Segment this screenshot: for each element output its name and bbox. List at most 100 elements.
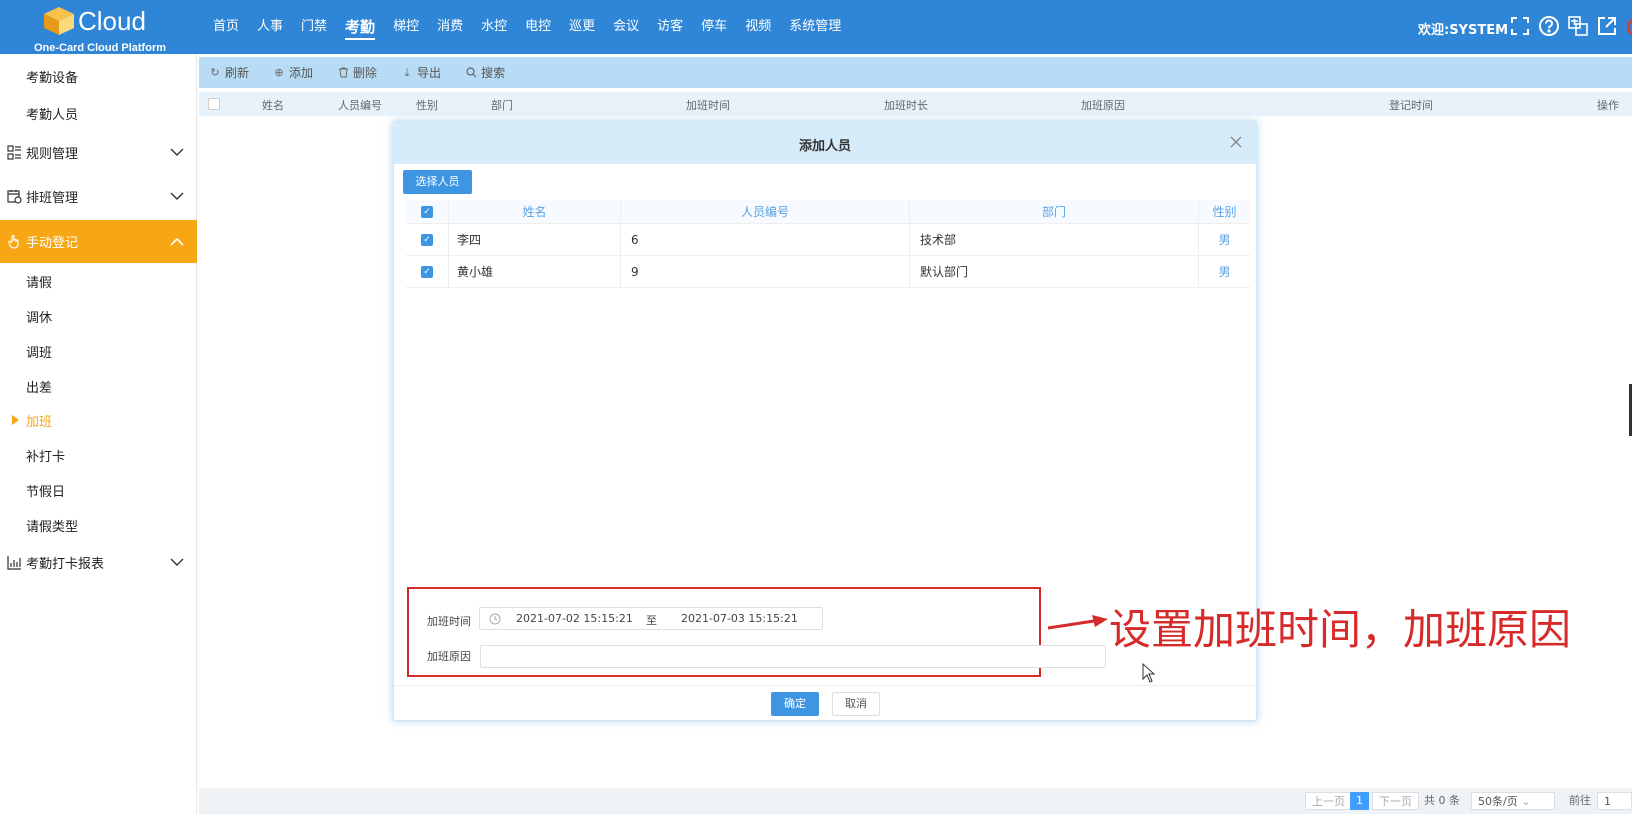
nav-visitor[interactable]: 访客 — [648, 0, 692, 54]
select-staff-button[interactable]: 选择人员 — [403, 170, 472, 194]
next-page-button[interactable]: 下一页 — [1372, 792, 1419, 810]
row-checkbox[interactable]: ✓ — [421, 265, 433, 278]
nav-consumption[interactable]: 消费 — [428, 0, 472, 54]
col-overtime-time[interactable]: 加班时间 — [686, 97, 730, 113]
nav-water[interactable]: 水控 — [472, 0, 516, 54]
delete-button[interactable]: 删除 — [337, 64, 377, 81]
col-name[interactable]: 姓名 — [262, 97, 284, 113]
sidebar-item-attendance-staff[interactable]: 考勤人员 — [0, 95, 197, 131]
overtime-time-range-picker[interactable]: 2021-07-02 15:15:21 至 2021-07-03 15:15:2… — [479, 607, 823, 630]
nav-home[interactable]: 首页 — [204, 0, 248, 54]
row-checkbox[interactable]: ✓ — [421, 233, 433, 246]
sidebar-item-label: 补打卡 — [26, 449, 66, 465]
logo[interactable]: Cloud One-Card Cloud Platform — [34, 2, 166, 54]
add-button[interactable]: ⊕ 添加 — [273, 64, 313, 81]
export-button[interactable]: ⤓ 导出 — [401, 64, 441, 81]
select-all-checkbox[interactable]: ✓ — [421, 205, 433, 218]
overtime-reason-input[interactable] — [480, 645, 1106, 668]
trash-icon — [337, 67, 349, 79]
sidebar-item-shift-swap[interactable]: 调班 — [0, 333, 197, 369]
table-header: 姓名 人员编号 性别 部门 加班时间 加班时长 加班原因 登记时间 操作 — [199, 92, 1632, 116]
col-overtime-reason[interactable]: 加班原因 — [1081, 97, 1125, 113]
table-row[interactable]: ✓ 李四 6 技术部 男 — [406, 224, 1250, 256]
cell-staff-id: 9 — [620, 256, 909, 287]
cell-dept: 默认部门 — [909, 256, 1198, 287]
sidebar-item-overtime[interactable]: 加班 — [0, 402, 197, 438]
sidebar-item-leave-types[interactable]: 请假类型 — [0, 507, 197, 543]
nav-access[interactable]: 门禁 — [292, 0, 336, 54]
nav-patrol[interactable]: 巡更 — [560, 0, 604, 54]
cell-dept: 技术部 — [909, 224, 1198, 255]
sidebar-item-business-trip[interactable]: 出差 — [0, 368, 197, 404]
sidebar-group-label: 手动登记 — [26, 236, 79, 251]
search-label: 搜索 — [481, 66, 506, 80]
nav-hr[interactable]: 人事 — [248, 0, 292, 54]
select-all-checkbox[interactable] — [208, 98, 220, 110]
nav-parking[interactable]: 停车 — [692, 0, 736, 54]
col-staff-id[interactable]: 人员编号 — [338, 97, 382, 113]
download-icon: ⤓ — [404, 65, 410, 79]
schedule-icon — [6, 188, 22, 204]
table-row[interactable]: ✓ 黄小雄 9 默认部门 男 — [406, 256, 1250, 288]
sidebar-item-label: 调休 — [26, 310, 53, 326]
dialog-header: 添加人员 — [394, 122, 1256, 164]
cell-staff-id: 6 — [620, 224, 909, 255]
sidebar-item-label: 调班 — [26, 345, 53, 361]
welcome-text: 欢迎:SYSTEM — [1418, 23, 1509, 38]
sidebar-item-label: 出差 — [26, 380, 53, 396]
logo-cube-icon — [44, 7, 74, 35]
nav-meeting[interactable]: 会议 — [604, 0, 648, 54]
overtime-reason-label: 加班原因 — [427, 650, 471, 663]
close-icon[interactable] — [1228, 134, 1244, 150]
sidebar-item-label: 考勤人员 — [26, 107, 79, 123]
sidebar-group-rules[interactable]: 规则管理 — [0, 134, 197, 170]
sidebar-group-manual-register[interactable]: 手动登记 — [0, 220, 197, 263]
goto-input[interactable]: 1 — [1597, 792, 1632, 810]
search-button[interactable]: 搜索 — [465, 64, 505, 81]
prev-page-button[interactable]: 上一页 — [1305, 792, 1352, 810]
sidebar-group-report[interactable]: 考勤打卡报表 — [0, 544, 197, 580]
sidebar-item-attendance-device[interactable]: 考勤设备 — [0, 58, 197, 94]
power-icon[interactable] — [1625, 15, 1632, 37]
nav-elevator[interactable]: 梯控 — [384, 0, 428, 54]
nav-system[interactable]: 系统管理 — [780, 0, 850, 54]
cell-name: 李四 — [448, 224, 620, 255]
nav-video[interactable]: 视频 — [736, 0, 780, 54]
sidebar-item-label: 请假类型 — [26, 519, 79, 535]
col-overtime-duration[interactable]: 加班时长 — [884, 97, 928, 113]
fullscreen-icon[interactable] — [1509, 15, 1531, 37]
sidebar-group-label: 规则管理 — [26, 146, 79, 162]
cancel-button[interactable]: 取消 — [832, 692, 880, 716]
nav-attendance[interactable]: 考勤 — [336, 0, 384, 54]
end-time-value[interactable]: 2021-07-03 15:15:21 — [681, 612, 798, 625]
col-name: 姓名 — [448, 200, 620, 223]
add-label: 添加 — [289, 66, 314, 80]
start-time-value[interactable]: 2021-07-02 15:15:21 — [516, 612, 633, 625]
staff-table: ✓ 姓名 人员编号 部门 性别 ✓ 李四 6 技术部 男 ✓ 黄小雄 9 默认部… — [406, 200, 1250, 288]
confirm-button[interactable]: 确定 — [771, 692, 819, 716]
refresh-button[interactable]: ↻ 刷新 — [209, 64, 249, 81]
add-circle-icon: ⊕ — [274, 65, 284, 79]
dialog-footer-divider — [394, 685, 1256, 686]
chevron-down-icon — [170, 192, 184, 200]
sidebar-item-leave[interactable]: 请假 — [0, 263, 197, 299]
col-actions[interactable]: 操作 — [1597, 97, 1619, 113]
col-dept[interactable]: 部门 — [491, 97, 513, 113]
sidebar-item-card-makeup[interactable]: 补打卡 — [0, 437, 197, 473]
language-icon[interactable] — [1567, 15, 1589, 37]
external-link-icon[interactable] — [1596, 15, 1618, 37]
nav-power[interactable]: 电控 — [516, 0, 560, 54]
col-register-time[interactable]: 登记时间 — [1389, 97, 1433, 113]
sidebar-group-schedule[interactable]: 排班管理 — [0, 178, 197, 214]
col-gender[interactable]: 性别 — [416, 97, 438, 113]
clock-icon — [489, 613, 501, 625]
sidebar-item-time-off[interactable]: 调休 — [0, 298, 197, 334]
main-nav: 首页 人事 门禁 考勤 梯控 消费 水控 电控 巡更 会议 访客 停车 视频 系… — [204, 0, 850, 54]
annotation-text: 设置加班时间，加班原因 — [1109, 605, 1572, 654]
current-page[interactable]: 1 — [1350, 792, 1369, 810]
sidebar-item-holidays[interactable]: 节假日 — [0, 472, 197, 508]
page-size-select[interactable]: 50条/页 ⌄ — [1471, 792, 1555, 810]
pagination: 上一页 1 下一页 共 0 条 50条/页 ⌄ 前往 1 — [199, 788, 1632, 814]
help-icon[interactable] — [1538, 15, 1560, 37]
col-dept: 部门 — [909, 200, 1198, 223]
